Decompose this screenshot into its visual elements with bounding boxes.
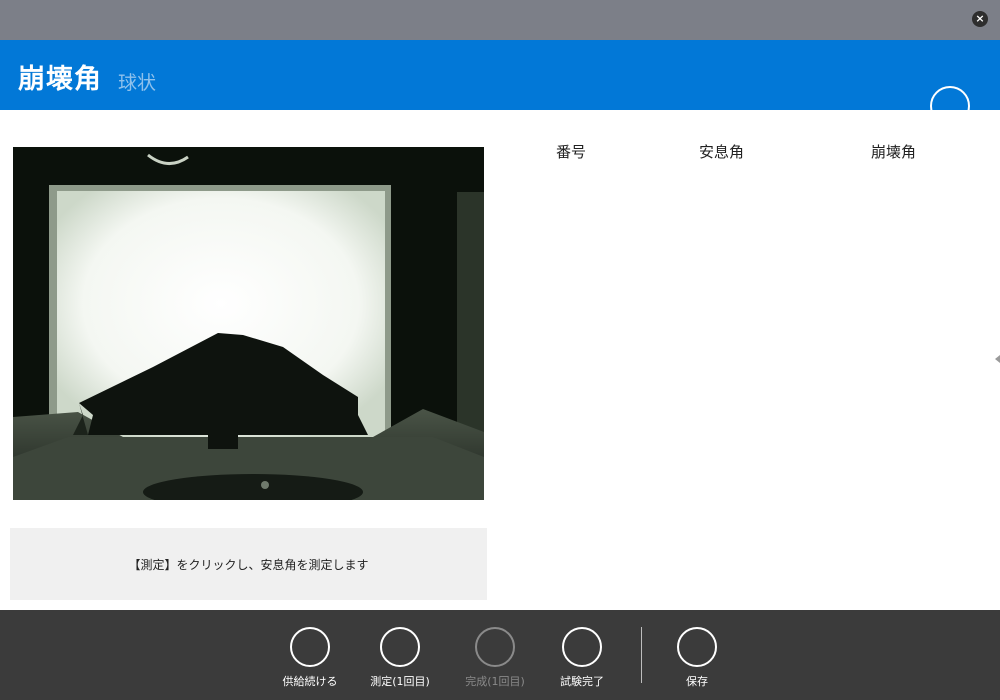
camera-view bbox=[13, 147, 484, 500]
measure-button[interactable]: 測定(1回目) bbox=[355, 627, 445, 689]
complete-icon bbox=[475, 627, 515, 667]
column-header-angle-of-repose: 安息角 bbox=[699, 143, 745, 161]
measure-icon bbox=[380, 627, 420, 667]
save-label: 保存 bbox=[686, 675, 708, 688]
complete-button[interactable]: 完成(1回目) bbox=[450, 627, 540, 689]
panel-expand-arrow-icon[interactable] bbox=[995, 355, 1000, 363]
bottom-toolbar: 供給続ける 測定(1回目) 完成(1回目) 試験完了 保存 bbox=[0, 610, 1000, 700]
app-header: 崩壊角 球状 設定 bbox=[0, 40, 1000, 144]
settings-label: 設定 bbox=[939, 131, 961, 144]
measure-label: 測定(1回目) bbox=[370, 675, 430, 688]
column-header-angle-of-collapse: 崩壊角 bbox=[871, 143, 917, 161]
save-button[interactable]: 保存 bbox=[652, 627, 742, 689]
settings-button[interactable]: 設定 bbox=[926, 86, 974, 145]
finish-test-icon bbox=[562, 627, 602, 667]
camera-image bbox=[13, 147, 484, 500]
close-icon[interactable]: × bbox=[972, 11, 988, 27]
column-header-number: 番号 bbox=[556, 143, 587, 161]
window-titlebar: × bbox=[0, 0, 1000, 40]
settings-circle-icon bbox=[930, 86, 970, 126]
instruction-panel: 【測定】をクリックし、安息角を測定します bbox=[10, 528, 487, 600]
continue-feed-icon bbox=[290, 627, 330, 667]
instruction-text: 【測定】をクリックし、安息角を測定します bbox=[128, 558, 369, 572]
save-icon bbox=[677, 627, 717, 667]
continue-feed-label: 供給続ける bbox=[282, 675, 338, 688]
finish-test-label: 試験完了 bbox=[560, 675, 604, 688]
finish-test-button[interactable]: 試験完了 bbox=[537, 627, 627, 689]
continue-feed-button[interactable]: 供給続ける bbox=[265, 627, 355, 689]
complete-label: 完成(1回目) bbox=[465, 675, 525, 688]
page-title: 崩壊角 bbox=[18, 64, 102, 95]
page-subtitle: 球状 bbox=[118, 72, 157, 94]
toolbar-divider bbox=[641, 627, 642, 683]
